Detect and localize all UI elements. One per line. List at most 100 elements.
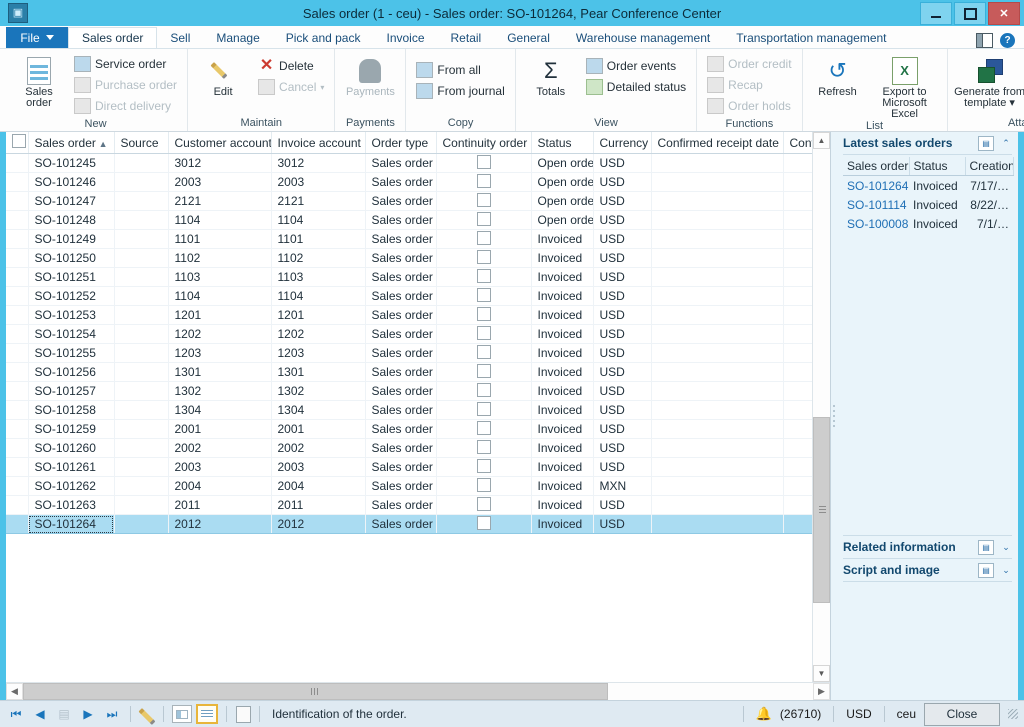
cell-currency[interactable]: USD bbox=[593, 400, 652, 420]
cell-customer-account[interactable]: 1302 bbox=[168, 381, 272, 401]
continuity-order-checkbox[interactable] bbox=[476, 306, 491, 321]
cell-customer-account[interactable]: 1103 bbox=[168, 267, 272, 287]
cell-sales-order[interactable]: SO-101255 bbox=[28, 343, 115, 363]
cell-source[interactable] bbox=[114, 305, 169, 325]
cell-confirmed-ship[interactable] bbox=[783, 248, 812, 268]
tab-retail[interactable]: Retail bbox=[438, 27, 495, 48]
cell-continuity-order[interactable] bbox=[436, 324, 532, 344]
continuity-order-checkbox[interactable] bbox=[476, 249, 491, 264]
cell-continuity-order[interactable] bbox=[436, 381, 532, 401]
chevron-down-icon[interactable]: ⌄ bbox=[1000, 542, 1012, 553]
col-header-invoice-account[interactable]: Invoice account bbox=[271, 132, 366, 154]
fact-cell-sales-order-link[interactable]: SO-101114 bbox=[843, 195, 909, 214]
cell-continuity-order[interactable] bbox=[436, 267, 532, 287]
cell-confirmed-ship[interactable] bbox=[783, 381, 812, 401]
cell-invoice-account[interactable]: 1101 bbox=[271, 229, 366, 249]
close-button[interactable]: Close bbox=[924, 702, 1000, 726]
row-select-cell[interactable] bbox=[6, 400, 29, 420]
cell-continuity-order[interactable] bbox=[436, 476, 532, 496]
cell-invoice-account[interactable]: 1104 bbox=[271, 210, 366, 230]
row-select-cell[interactable] bbox=[6, 153, 29, 173]
cell-sales-order[interactable]: SO-101253 bbox=[28, 305, 115, 325]
delete-button[interactable]: ✕ Delete bbox=[254, 56, 328, 76]
cell-source[interactable] bbox=[114, 514, 169, 534]
cell-order-type[interactable]: Sales order bbox=[365, 210, 437, 230]
order-holds-button[interactable]: Order holds bbox=[703, 96, 795, 116]
cell-confirmed-receipt-date[interactable] bbox=[651, 419, 784, 439]
row-select-cell[interactable] bbox=[6, 191, 29, 211]
cell-confirmed-ship[interactable] bbox=[783, 476, 812, 496]
fact-col-creation[interactable]: Creation bbox=[965, 157, 1014, 176]
cell-status[interactable]: Invoiced bbox=[531, 362, 594, 382]
cell-invoice-account[interactable]: 3012 bbox=[271, 153, 366, 173]
detail-view-button[interactable] bbox=[172, 705, 192, 723]
cell-confirmed-receipt-date[interactable] bbox=[651, 210, 784, 230]
cell-sales-order[interactable]: SO-101258 bbox=[28, 400, 115, 420]
cell-invoice-account[interactable]: 2012 bbox=[271, 514, 366, 534]
new-sales-order-button[interactable]: Sales order bbox=[10, 52, 68, 109]
row-select-cell[interactable] bbox=[6, 267, 29, 287]
tab-pick-and-pack[interactable]: Pick and pack bbox=[273, 27, 374, 48]
continuity-order-checkbox[interactable] bbox=[476, 211, 491, 226]
cell-order-type[interactable]: Sales order bbox=[365, 419, 437, 439]
cell-continuity-order[interactable] bbox=[436, 153, 532, 173]
cell-sales-order[interactable]: SO-101246 bbox=[28, 172, 115, 192]
row-select-cell[interactable] bbox=[6, 362, 29, 382]
row-select-cell[interactable] bbox=[6, 419, 29, 439]
previous-record-button[interactable]: ◀ bbox=[30, 705, 50, 723]
continuity-order-checkbox[interactable] bbox=[476, 439, 491, 454]
cell-confirmed-receipt-date[interactable] bbox=[651, 324, 784, 344]
next-record-button[interactable]: ▶ bbox=[78, 705, 98, 723]
table-row[interactable]: SO-101247 2121 2121 Sales order Open order US… bbox=[6, 191, 812, 211]
table-row[interactable]: SO-101245 3012 3012 Sales order Open order US… bbox=[6, 153, 812, 173]
fact-table-row[interactable]: SO-101114 Invoiced 8/22/… bbox=[843, 195, 1013, 214]
row-select-cell[interactable] bbox=[6, 495, 29, 515]
cell-status[interactable]: Invoiced bbox=[531, 286, 594, 306]
cell-invoice-account[interactable]: 1203 bbox=[271, 343, 366, 363]
cell-order-type[interactable]: Sales order bbox=[365, 229, 437, 249]
cell-currency[interactable]: USD bbox=[593, 419, 652, 439]
row-select-cell[interactable] bbox=[6, 476, 29, 496]
col-header-continuity-order[interactable]: Continuity order bbox=[436, 132, 532, 154]
new-service-order-button[interactable]: Service order bbox=[70, 54, 181, 74]
cell-customer-account[interactable]: 2002 bbox=[168, 438, 272, 458]
cell-order-type[interactable]: Sales order bbox=[365, 267, 437, 287]
table-row[interactable]: SO-101264 2012 2012 Sales order Invoiced USD bbox=[6, 514, 812, 534]
cell-status[interactable]: Invoiced bbox=[531, 419, 594, 439]
cell-order-type[interactable]: Sales order bbox=[365, 286, 437, 306]
tab-warehouse-management[interactable]: Warehouse management bbox=[563, 27, 723, 48]
order-events-button[interactable]: Order events bbox=[582, 56, 690, 76]
cell-continuity-order[interactable] bbox=[436, 400, 532, 420]
fact-table-row[interactable]: SO-101264 Invoiced 7/17/… bbox=[843, 176, 1013, 196]
cell-customer-account[interactable]: 2003 bbox=[168, 172, 272, 192]
cell-continuity-order[interactable] bbox=[436, 495, 532, 515]
table-row[interactable]: SO-101252 1104 1104 Sales order Invoiced USD bbox=[6, 286, 812, 306]
cell-continuity-order[interactable] bbox=[436, 172, 532, 192]
cell-sales-order[interactable]: SO-101251 bbox=[28, 267, 115, 287]
cell-invoice-account[interactable]: 1103 bbox=[271, 267, 366, 287]
cell-invoice-account[interactable]: 2011 bbox=[271, 495, 366, 515]
cell-source[interactable] bbox=[114, 495, 169, 515]
cell-currency[interactable]: USD bbox=[593, 286, 652, 306]
cell-currency[interactable]: USD bbox=[593, 153, 652, 173]
cell-currency[interactable]: USD bbox=[593, 248, 652, 268]
vscroll-track[interactable] bbox=[813, 149, 830, 665]
close-window-button[interactable]: ✕ bbox=[988, 2, 1020, 25]
open-in-new-window-icon[interactable]: ▤ bbox=[978, 135, 994, 151]
cell-customer-account[interactable]: 2011 bbox=[168, 495, 272, 515]
cell-order-type[interactable]: Sales order bbox=[365, 362, 437, 382]
table-row[interactable]: SO-101263 2011 2011 Sales order Invoiced USD bbox=[6, 495, 812, 515]
tab-sales-order[interactable]: Sales order bbox=[68, 27, 158, 48]
cell-source[interactable] bbox=[114, 381, 169, 401]
cell-order-type[interactable]: Sales order bbox=[365, 191, 437, 211]
cell-status[interactable]: Invoiced bbox=[531, 457, 594, 477]
row-select-cell[interactable] bbox=[6, 286, 29, 306]
cell-status[interactable]: Invoiced bbox=[531, 305, 594, 325]
table-row[interactable]: SO-101248 1104 1104 Sales order Open order US… bbox=[6, 210, 812, 230]
cell-confirmed-ship[interactable] bbox=[783, 172, 812, 192]
row-select-cell[interactable] bbox=[6, 248, 29, 268]
cell-source[interactable] bbox=[114, 457, 169, 477]
cell-confirmed-receipt-date[interactable] bbox=[651, 438, 784, 458]
cell-confirmed-receipt-date[interactable] bbox=[651, 172, 784, 192]
cell-confirmed-receipt-date[interactable] bbox=[651, 400, 784, 420]
